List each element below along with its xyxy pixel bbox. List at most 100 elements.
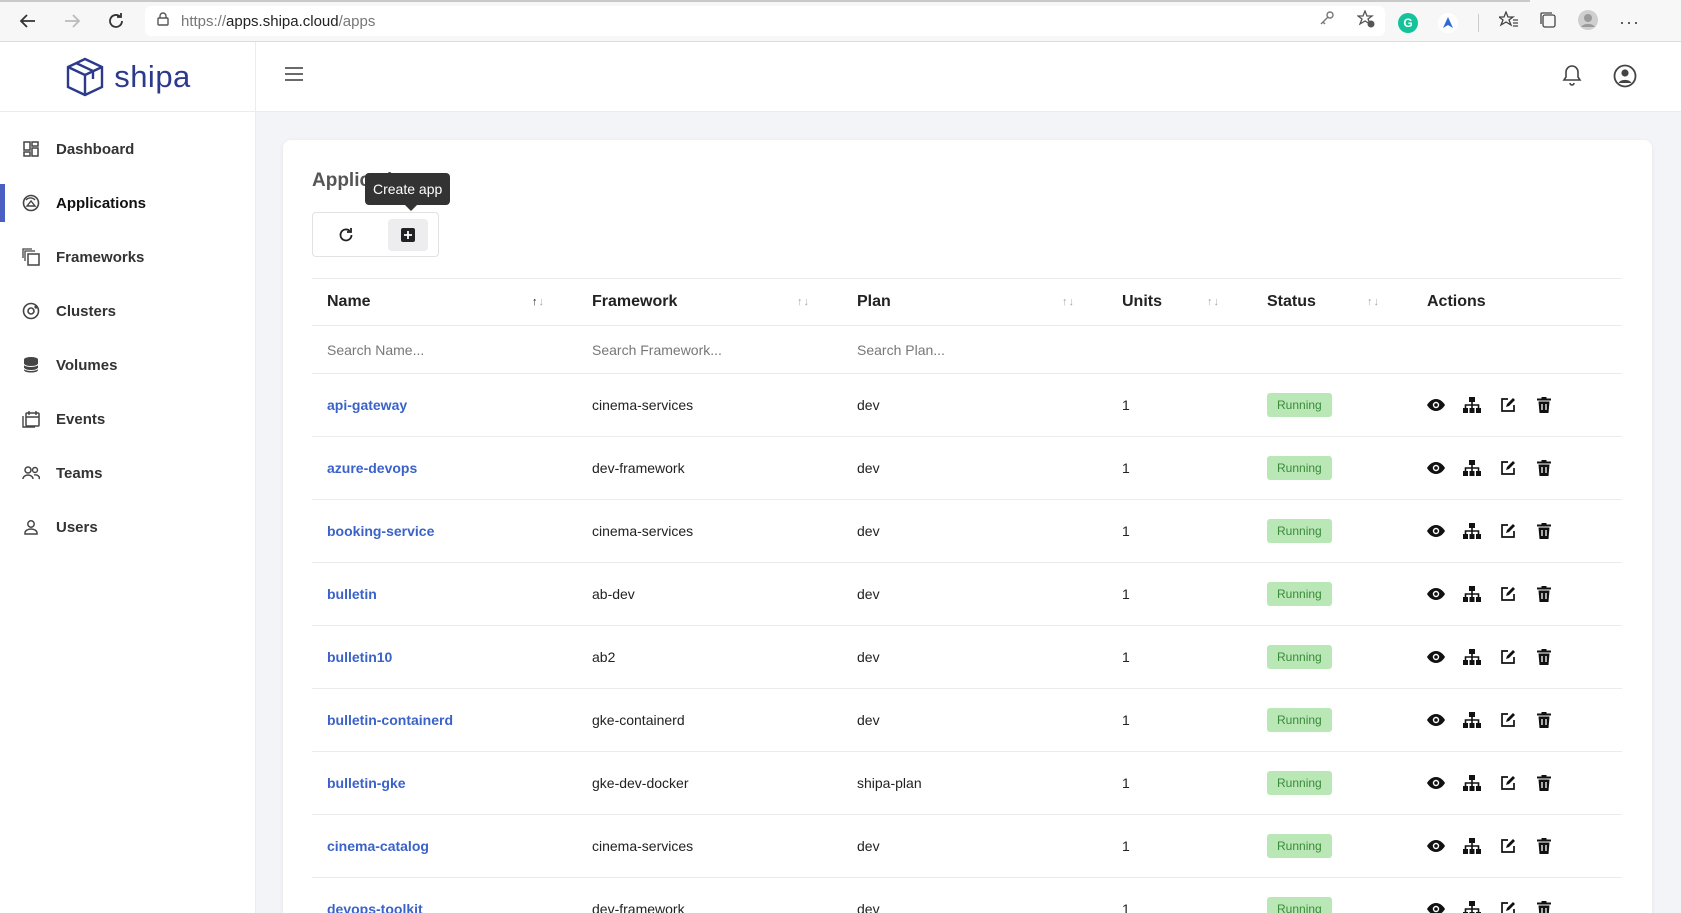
row-actions (1427, 585, 1622, 603)
app-name-link[interactable]: azure-devops (327, 460, 417, 476)
sort-arrows-icon[interactable]: ↑↓ (1062, 296, 1075, 308)
delete-icon[interactable] (1535, 900, 1553, 913)
delete-icon[interactable] (1535, 837, 1553, 855)
sort-arrows-icon[interactable]: ↑↓ (797, 296, 810, 308)
topology-icon[interactable] (1463, 459, 1481, 477)
plan-cell: dev (857, 586, 880, 602)
delete-icon[interactable] (1535, 459, 1553, 477)
sidebar-item-teams[interactable]: Teams (0, 446, 255, 500)
sidebar-item-users[interactable]: Users (0, 500, 255, 554)
reload-icon[interactable] (104, 9, 128, 33)
sidebar-item-applications[interactable]: Applications (0, 176, 255, 230)
column-label: Framework (592, 293, 678, 310)
edit-icon[interactable] (1499, 711, 1517, 729)
sidebar-item-events[interactable]: Events (0, 392, 255, 446)
account-icon[interactable] (1613, 64, 1637, 93)
topology-icon[interactable] (1463, 774, 1481, 792)
app-name-link[interactable]: bulletin-containerd (327, 712, 453, 728)
sidebar-item-dashboard[interactable]: Dashboard (0, 122, 255, 176)
topology-icon[interactable] (1463, 522, 1481, 540)
app-name-link[interactable]: cinema-catalog (327, 838, 429, 854)
url-host: apps.shipa.cloud (226, 12, 339, 30)
delete-icon[interactable] (1535, 522, 1553, 540)
column-header-units[interactable]: Units ↑↓ (1107, 293, 1252, 311)
search-framework-input[interactable] (592, 341, 812, 358)
view-icon[interactable] (1427, 396, 1445, 414)
topology-icon[interactable] (1463, 585, 1481, 603)
app-name-link[interactable]: devops-toolkit (327, 901, 423, 913)
delete-icon[interactable] (1535, 585, 1553, 603)
column-header-framework[interactable]: Framework ↑↓ (577, 293, 842, 311)
topology-icon[interactable] (1463, 396, 1481, 414)
delete-icon[interactable] (1535, 711, 1553, 729)
key-icon[interactable] (1319, 10, 1335, 32)
sidebar-item-volumes[interactable]: Volumes (0, 338, 255, 392)
edit-icon[interactable] (1499, 459, 1517, 477)
logo[interactable]: shipa (0, 42, 255, 112)
search-plan-input[interactable] (857, 341, 1077, 358)
add-box-icon (401, 227, 415, 242)
plan-cell: dev (857, 901, 880, 913)
sort-arrows-icon[interactable]: ↑↓ (1207, 296, 1220, 308)
sort-arrows-icon[interactable]: ↑↓ (1367, 296, 1380, 308)
view-icon[interactable] (1427, 837, 1445, 855)
sort-arrows-icon[interactable]: ↑↓ (532, 296, 545, 308)
column-header-name[interactable]: Name ↑↓ (312, 293, 577, 311)
edit-icon[interactable] (1499, 774, 1517, 792)
edit-icon[interactable] (1499, 396, 1517, 414)
more-icon[interactable]: ··· (1619, 12, 1640, 33)
forward-icon[interactable] (60, 9, 84, 33)
app-name-link[interactable]: api-gateway (327, 397, 407, 413)
notifications-bell-icon[interactable] (1562, 64, 1582, 91)
address-bar[interactable]: https://apps.shipa.cloud/apps (145, 6, 1385, 36)
favorites-icon[interactable] (1497, 10, 1519, 34)
favorite-add-icon[interactable] (1356, 9, 1375, 32)
view-icon[interactable] (1427, 900, 1445, 913)
column-header-plan[interactable]: Plan ↑↓ (842, 293, 1107, 311)
view-icon[interactable] (1427, 522, 1445, 540)
column-label: Units (1122, 293, 1162, 310)
topology-icon[interactable] (1463, 837, 1481, 855)
sidebar-item-frameworks[interactable]: Frameworks (0, 230, 255, 284)
topology-icon[interactable] (1463, 711, 1481, 729)
edit-icon[interactable] (1499, 900, 1517, 913)
sidebar-item-clusters[interactable]: Clusters (0, 284, 255, 338)
menu-icon[interactable] (284, 66, 304, 87)
row-actions (1427, 648, 1622, 666)
view-icon[interactable] (1427, 585, 1445, 603)
column-header-status[interactable]: Status ↑↓ (1252, 293, 1412, 311)
status-badge: Running (1267, 645, 1332, 669)
topology-icon[interactable] (1463, 648, 1481, 666)
sidebar-item-label: Events (56, 410, 106, 428)
edit-icon[interactable] (1499, 648, 1517, 666)
refresh-button[interactable] (326, 219, 366, 251)
sidebar-item-label: Teams (56, 464, 103, 482)
edit-icon[interactable] (1499, 522, 1517, 540)
view-icon[interactable] (1427, 459, 1445, 477)
extension-icon[interactable] (1438, 12, 1458, 33)
view-icon[interactable] (1427, 774, 1445, 792)
collections-icon[interactable] (1539, 11, 1557, 34)
grammarly-icon[interactable]: G (1398, 12, 1418, 33)
delete-icon[interactable] (1535, 396, 1553, 414)
view-icon[interactable] (1427, 648, 1445, 666)
delete-icon[interactable] (1535, 774, 1553, 792)
teams-icon (22, 464, 40, 482)
column-label: Name (327, 293, 371, 310)
shipa-logo-icon (66, 57, 104, 96)
app-name-link[interactable]: bulletin (327, 586, 377, 602)
status-badge: Running (1267, 456, 1332, 480)
delete-icon[interactable] (1535, 648, 1553, 666)
row-actions (1427, 711, 1622, 729)
back-icon[interactable] (16, 9, 40, 33)
edit-icon[interactable] (1499, 837, 1517, 855)
app-name-link[interactable]: bulletin-gke (327, 775, 406, 791)
topology-icon[interactable] (1463, 900, 1481, 913)
app-name-link[interactable]: bulletin10 (327, 649, 392, 665)
view-icon[interactable] (1427, 711, 1445, 729)
search-name-input[interactable] (327, 341, 547, 358)
profile-avatar[interactable] (1577, 9, 1599, 36)
app-name-link[interactable]: booking-service (327, 523, 434, 539)
edit-icon[interactable] (1499, 585, 1517, 603)
create-app-button[interactable] (388, 218, 428, 251)
